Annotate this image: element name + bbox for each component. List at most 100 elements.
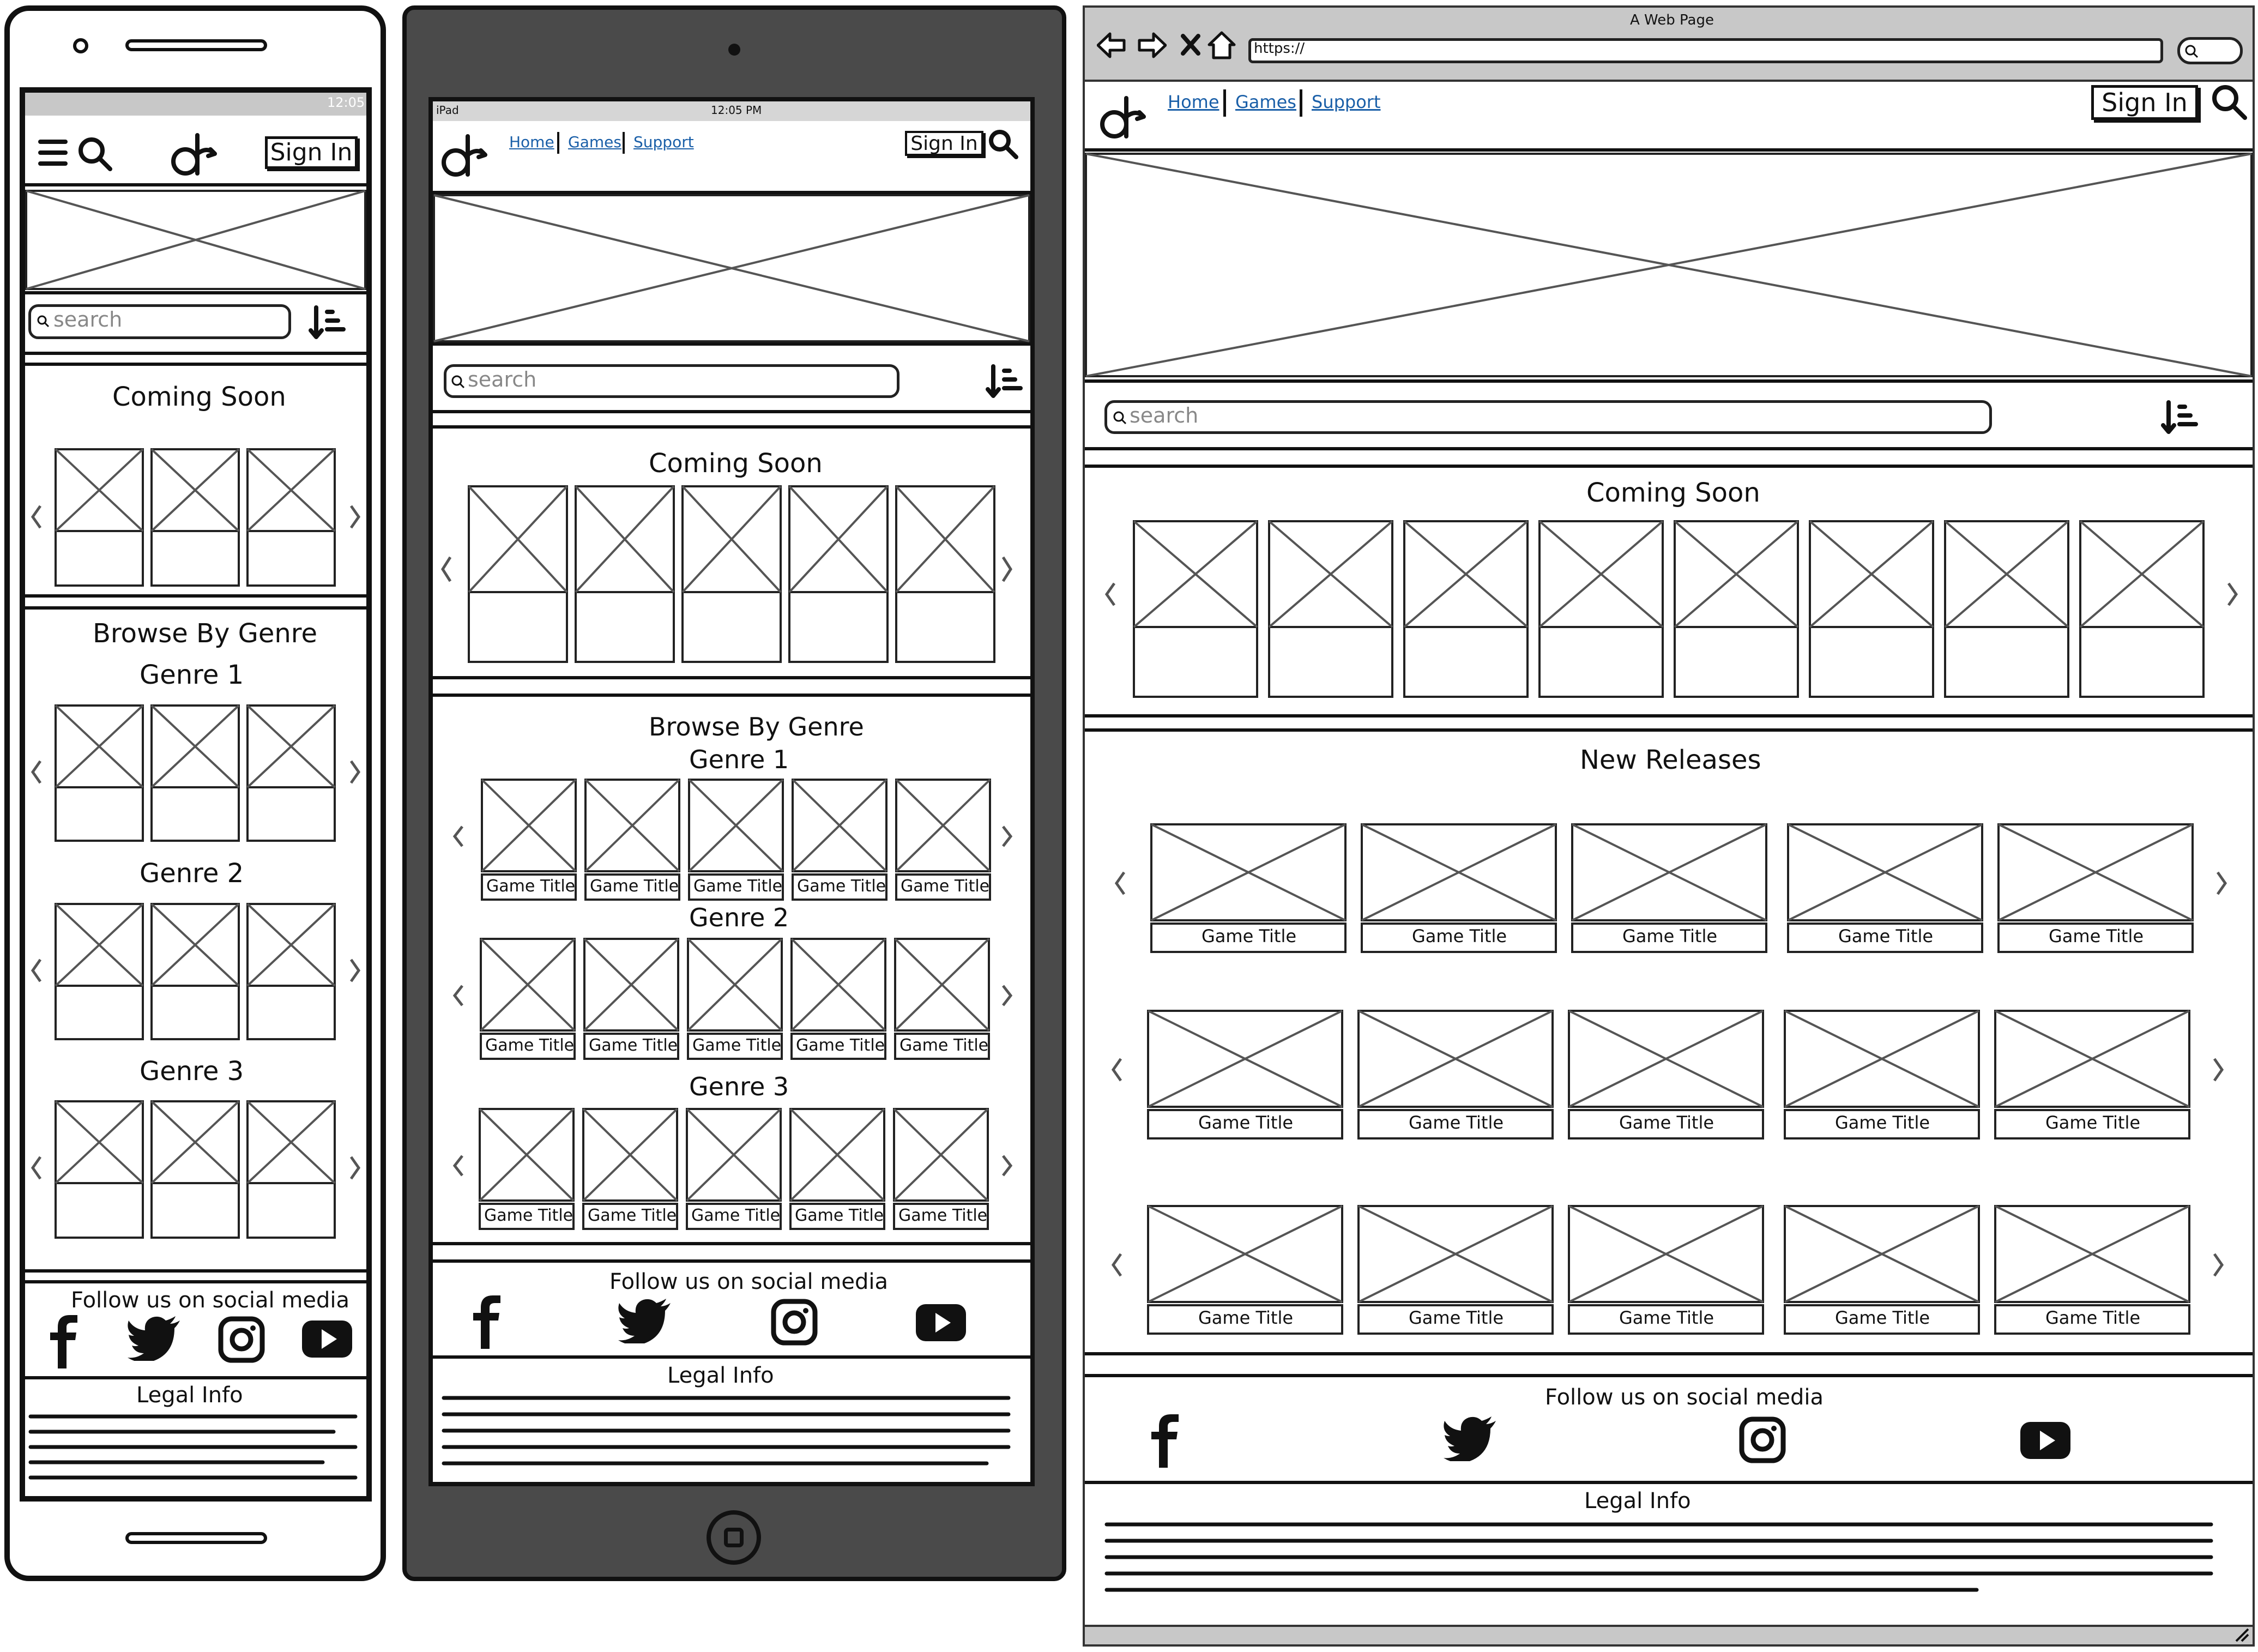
tablet-game-title: Game Title [899,1036,989,1055]
search-icon[interactable] [76,135,114,173]
phone-genre-2-title: Genre 2 [140,858,244,889]
browser-url-bar[interactable] [1248,38,2163,63]
tablet-game-title: Game Title [486,877,576,896]
tablet-legal-title: Legal Info [667,1363,774,1388]
tablet-genre-3-title: Genre 3 [689,1072,789,1101]
tablet-game-title: Game Title [484,1206,573,1225]
browser-game-title: Game Title [1838,926,1934,946]
logo-icon [442,134,487,177]
back-icon[interactable] [1097,32,1126,59]
nav-separator [1223,89,1226,117]
tablet-time: 12:05 PM [711,104,762,117]
resize-grip-icon[interactable] [2233,1627,2249,1642]
tablet-game-title: Game Title [795,1206,884,1225]
browser-divider [1085,148,2253,152]
nav-separator [623,132,625,154]
tablet-camera [728,44,740,56]
facebook-icon[interactable] [470,1294,503,1349]
card [246,448,336,587]
browser-game-title: Game Title [1835,1307,1930,1328]
phone-follow-text: Follow us on social media [71,1288,349,1313]
tablet-divider [433,342,1030,346]
close-icon[interactable] [1180,33,1202,57]
sort-icon[interactable] [986,363,1024,401]
twitter-icon[interactable] [617,1298,672,1343]
phone-time: 12:05 [327,95,365,110]
youtube-icon[interactable] [301,1319,353,1359]
tablet-divider [433,676,1030,679]
phone-divider [25,594,366,598]
browser-nav-games[interactable]: Games [1235,92,1296,112]
phone-divider [25,352,366,355]
search-icon[interactable] [988,129,1018,159]
browser-game-title: Game Title [1622,926,1718,946]
tablet-sign-in-button[interactable]: Sign In [905,131,983,156]
browser-hero-image [1085,153,2253,377]
tablet-follow-text: Follow us on social media [609,1269,888,1294]
browser-legal-title: Legal Info [1584,1488,1691,1514]
browser-search-placeholder: search [1130,403,1199,427]
tablet-game-title: Game Title [692,1036,782,1055]
tablet-game-title: Game Title [590,877,679,896]
tablet-coming-soon-carousel [441,485,1012,663]
card [55,448,144,587]
tablet-game-title: Game Title [796,1036,885,1055]
browser-game-title: Game Title [1409,1307,1504,1328]
browser-game-title: Game Title [1835,1112,1930,1133]
phone-divider [25,291,366,294]
home-icon[interactable] [1207,31,1236,60]
chevron-left-icon [31,505,42,529]
browser-divider [1085,447,2253,450]
tablet-divider [433,694,1030,697]
browser-game-title: Game Title [1202,926,1297,946]
phone-genre-1-carousel [31,704,361,842]
facebook-icon[interactable] [1148,1413,1181,1468]
tablet-device: iPad [436,104,459,117]
browser-nav-home[interactable]: Home [1168,92,1219,112]
sort-icon[interactable] [2161,399,2199,437]
phone-hero-image [25,190,366,290]
youtube-icon[interactable] [2019,1421,2072,1460]
forward-icon[interactable] [1137,32,1167,59]
logo-icon [171,133,217,176]
browser-game-title: Game Title [1198,1112,1294,1133]
browser-nav-support[interactable]: Support [1312,92,1381,112]
phone-divider [25,1280,366,1283]
tablet-nav-support[interactable]: Support [633,133,694,151]
browser-search-input[interactable] [1104,400,1992,434]
browser-game-title: Game Title [1412,926,1507,946]
browser-game-title: Game Title [1409,1112,1504,1133]
menu-icon[interactable] [38,137,69,168]
phone-divider [25,1376,366,1379]
browser-game-title: Game Title [2045,1307,2141,1328]
phone-divider [25,363,366,366]
twitter-icon[interactable] [126,1315,181,1361]
instagram-icon[interactable] [771,1299,818,1346]
browser-game-title: Game Title [1619,1307,1714,1328]
phone-genre-3-carousel [31,1100,361,1239]
browser-divider [1085,1374,2253,1377]
browser-divider [1085,465,2253,468]
tablet-game-title: Game Title [693,877,783,896]
instagram-icon[interactable] [218,1316,265,1363]
search-icon[interactable] [2210,83,2248,121]
browser-game-title: Game Title [1619,1112,1714,1133]
tablet-game-title: Game Title [901,877,990,896]
youtube-icon[interactable] [915,1303,967,1342]
tablet-nav-home[interactable]: Home [509,133,554,151]
tablet-hero-image [433,194,1030,342]
phone-coming-soon-carousel [31,448,361,587]
sort-icon[interactable] [309,304,347,342]
chevron-right-icon [349,505,361,529]
search-icon [2185,45,2199,58]
instagram-icon[interactable] [1739,1416,1786,1463]
nav-separator [1300,89,1302,117]
browser-sign-in-button[interactable]: Sign In [2091,85,2198,120]
tablet-nav-games[interactable]: Games [568,133,621,151]
phone-sign-in-button[interactable]: Sign In [265,136,358,169]
phone-genre-1-title: Genre 1 [140,660,244,690]
facebook-icon[interactable] [47,1314,80,1368]
twitter-icon[interactable] [1442,1415,1497,1461]
tablet-divider [433,425,1030,429]
phone-status-bar [25,93,366,116]
